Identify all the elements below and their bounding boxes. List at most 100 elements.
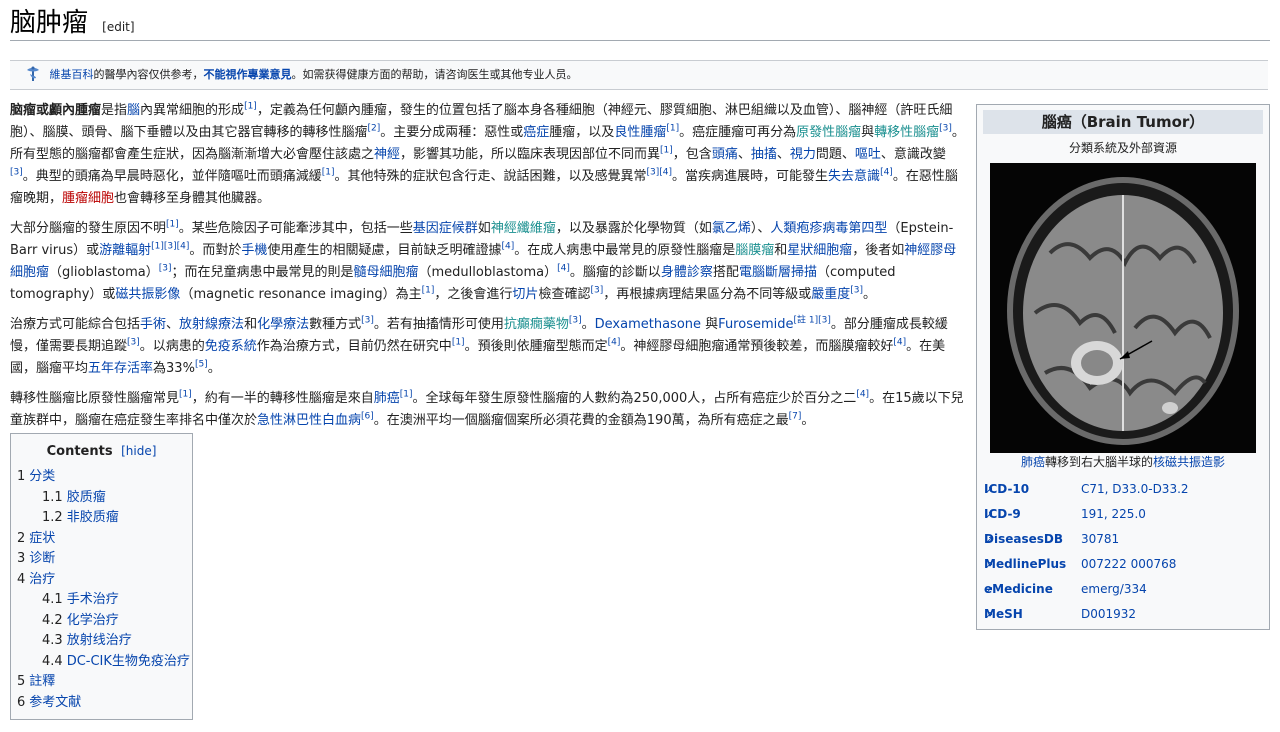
article-link[interactable]: 癌症: [523, 125, 549, 140]
toc-hide-link[interactable]: [hide]: [121, 444, 156, 458]
article-link[interactable]: 抽搐: [751, 147, 777, 162]
reference-link[interactable]: [3]: [127, 338, 140, 348]
article-link[interactable]: 磁共振影像: [115, 287, 180, 302]
infobox-row-value[interactable]: 30781: [1081, 527, 1119, 552]
article-link[interactable]: 嚴重度: [811, 287, 850, 302]
reference-link[interactable]: [4]: [501, 242, 514, 252]
article-link[interactable]: 神經纖維瘤: [491, 221, 556, 236]
article-link[interactable]: 切片: [512, 287, 538, 302]
article-link[interactable]: 抗癲癇藥物: [504, 317, 569, 332]
infobox-row-value[interactable]: 191, 225.0: [1081, 502, 1146, 527]
article-link[interactable]: 手機: [241, 243, 267, 258]
reference-link[interactable]: [5]: [195, 360, 208, 370]
article-link[interactable]: 放射線療法: [179, 317, 244, 332]
toc-item[interactable]: 4.1 手术治疗: [11, 590, 192, 611]
article-link[interactable]: 星狀細胞瘤: [787, 243, 852, 258]
reference-link[interactable]: [3]: [590, 286, 603, 296]
toc-item[interactable]: 6 参考文献: [11, 693, 192, 714]
infobox-row-value[interactable]: D001932: [1081, 602, 1136, 627]
toc-item[interactable]: 3 诊断: [11, 549, 192, 570]
notice-bold[interactable]: 不能視作專業意見: [204, 68, 292, 81]
infobox-row-value[interactable]: emerg/334: [1081, 577, 1147, 602]
article-link[interactable]: Furosemide: [718, 317, 793, 332]
article-link[interactable]: Dexamethasone: [595, 317, 701, 332]
reference-link[interactable]: [3]: [361, 316, 374, 326]
mri-image[interactable]: [990, 163, 1256, 453]
toc-item[interactable]: 4.3 放射线治疗: [11, 631, 192, 652]
toc-item[interactable]: 5 註釋: [11, 672, 192, 693]
reference-link[interactable]: [1]: [660, 146, 673, 156]
article-link[interactable]: 免疫系統: [205, 339, 257, 354]
article-link[interactable]: 腦: [127, 103, 140, 118]
reference-link[interactable]: [1]: [322, 168, 335, 178]
reference-link[interactable]: [3]: [939, 124, 952, 134]
wikipedia-link[interactable]: 維基百科: [50, 68, 94, 81]
infobox-row-value[interactable]: 007222 000768: [1081, 552, 1176, 577]
toc-item-label: 手术治疗: [66, 592, 119, 607]
article-link[interactable]: 急性淋巴性白血病: [257, 413, 361, 428]
caption-link-lung-cancer[interactable]: 肺癌: [1021, 455, 1045, 469]
toc-item[interactable]: 4.2 化学治疗: [11, 611, 192, 632]
reference-link[interactable]: [1]: [166, 220, 179, 230]
article-link[interactable]: 失去意識: [828, 169, 880, 184]
toc-item[interactable]: 1.1 胶质瘤: [11, 488, 192, 509]
article-link[interactable]: 轉移性腦瘤: [874, 125, 939, 140]
infobox-row-key[interactable]: ICD-9: [984, 502, 1021, 527]
reference-link[interactable]: [3]: [159, 264, 172, 274]
infobox-row-key[interactable]: MeSH: [984, 602, 1023, 627]
reference-link[interactable]: [4]: [557, 264, 570, 274]
article-link[interactable]: 游離輻射: [99, 243, 151, 258]
reference-link[interactable]: [1]: [422, 286, 435, 296]
article-link[interactable]: 腦膜瘤: [735, 243, 774, 258]
reference-link[interactable]: [3][4]: [647, 168, 673, 178]
article-link[interactable]: 嘔吐: [855, 147, 881, 162]
toc-item[interactable]: 4 治疗: [11, 570, 192, 591]
article-link[interactable]: 肺癌: [374, 391, 400, 406]
reference-link[interactable]: [1]: [452, 338, 465, 348]
text-run: 。當疾病進展時，可能發生: [672, 169, 829, 184]
article-link[interactable]: 人類疱疹病毒第四型: [770, 221, 887, 236]
reference-link[interactable]: [4]: [880, 168, 893, 178]
infobox-row-key[interactable]: eMedicine: [984, 577, 1053, 602]
reference-link[interactable]: [2]: [368, 124, 381, 134]
article-link[interactable]: 氯乙烯: [712, 221, 751, 236]
article-link[interactable]: 神經: [374, 147, 400, 162]
reference-link[interactable]: [1]: [244, 102, 257, 112]
article-link[interactable]: 身體診察: [661, 265, 713, 280]
edit-link[interactable]: [edit]: [102, 20, 134, 34]
caption-text: 轉移到右大腦半球的: [1044, 455, 1153, 469]
reference-link[interactable]: [3]: [850, 286, 863, 296]
infobox-row-value[interactable]: C71, D33.0-D33.2: [1081, 477, 1189, 502]
article-link[interactable]: 原發性腦瘤: [796, 125, 861, 140]
infobox-row-key[interactable]: DiseasesDB: [984, 527, 1063, 552]
reference-link[interactable]: [3]: [10, 168, 23, 178]
reference-link[interactable]: [1]: [179, 390, 192, 400]
reference-link[interactable]: [註 1][3]: [794, 316, 831, 326]
toc-item[interactable]: 2 症状: [11, 529, 192, 550]
reference-link[interactable]: [4]: [608, 338, 621, 348]
reference-link[interactable]: [7]: [789, 412, 802, 422]
article-link[interactable]: 化學療法: [257, 317, 309, 332]
caption-link-mri[interactable]: 核磁共振造影: [1153, 455, 1225, 469]
article-link[interactable]: 手術: [140, 317, 166, 332]
infobox-row-key[interactable]: ICD-10: [984, 477, 1029, 502]
article-link[interactable]: 頭痛: [712, 147, 738, 162]
article-link[interactable]: 良性腫瘤: [614, 125, 666, 140]
reference-link[interactable]: [6]: [361, 412, 374, 422]
toc-item[interactable]: 4.4 DC-CIK生物免疫治疗: [11, 652, 192, 673]
article-link[interactable]: 五年存活率: [88, 361, 153, 376]
infobox-row-key[interactable]: MedlinePlus: [984, 552, 1066, 577]
reference-link[interactable]: [1][3][4]: [151, 242, 189, 252]
article-link[interactable]: 腫瘤細胞: [62, 191, 114, 206]
toc-item[interactable]: 1 分类: [11, 467, 192, 488]
reference-link[interactable]: [4]: [856, 390, 869, 400]
article-link[interactable]: 髓母細胞瘤: [354, 265, 419, 280]
article-link[interactable]: 電腦斷層掃描: [739, 265, 817, 280]
reference-link[interactable]: [1]: [400, 390, 413, 400]
article-link[interactable]: 基因症候群: [413, 221, 478, 236]
reference-link[interactable]: [3]: [569, 316, 582, 326]
toc-item[interactable]: 1.2 非胶质瘤: [11, 508, 192, 529]
reference-link[interactable]: [1]: [666, 124, 679, 134]
reference-link[interactable]: [4]: [893, 338, 906, 348]
article-link[interactable]: 視力: [790, 147, 816, 162]
